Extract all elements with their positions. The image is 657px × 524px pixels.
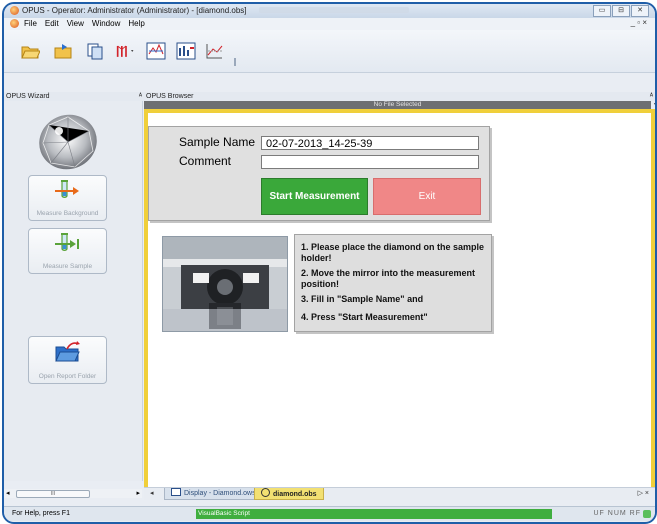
instruction-step-3: 3. Fill in "Sample Name" and (301, 294, 424, 304)
zoom-spectrum-icon[interactable] (176, 42, 196, 60)
comment-input[interactable] (261, 155, 479, 169)
opus-doc-icon (261, 488, 270, 497)
wizard-panel-header: OPUS Wizard ᴬ (4, 92, 146, 101)
app-window: OPUS - Operator: Administrator (Administ… (2, 2, 657, 524)
sample-name-label: Sample Name (179, 135, 256, 149)
minimize-button[interactable]: ▭ (593, 5, 611, 17)
scroll-thumb[interactable]: III (16, 490, 90, 498)
comment-label: Comment (179, 154, 232, 168)
document-tabs: ◂ Display - Diamond.ows diamond.obs ▷ × (144, 487, 655, 500)
status-help-text: For Help, press F1 (12, 510, 70, 517)
menu-view[interactable]: View (67, 19, 84, 28)
toolbar-grip[interactable] (234, 58, 236, 66)
instructions-box: 1. Please place the diamond on the sampl… (294, 234, 492, 332)
spectrum-peaks-icon[interactable] (116, 42, 140, 60)
browser-panel-title: OPUS Browser (146, 93, 194, 100)
plot-icon[interactable] (204, 42, 224, 60)
open-report-folder-button[interactable]: Open Report Folder (28, 336, 107, 384)
window-title: OPUS - Operator: Administrator (Administ… (22, 6, 247, 15)
menu-bar: File Edit View Window Help _ ▫ × (4, 18, 655, 30)
title-bar: OPUS - Operator: Administrator (Administ… (4, 4, 655, 18)
measure-sample-button[interactable]: Measure Sample (28, 228, 107, 274)
menu-help[interactable]: Help (128, 19, 144, 28)
scroll-left-arrow[interactable]: ◂ (6, 489, 10, 497)
menu-file[interactable]: File (24, 19, 37, 28)
tab-display-diamond[interactable]: Display - Diamond.ows (164, 488, 263, 500)
tab-scroll-right-close[interactable]: ▷ × (638, 489, 649, 497)
menu-edit[interactable]: Edit (45, 19, 59, 28)
open-report-folder-label: Open Report Folder (38, 373, 97, 380)
tab-display-label: Display - Diamond.ows (184, 490, 256, 497)
measure-sample-icon (55, 233, 79, 251)
open-folder-icon[interactable] (20, 42, 41, 60)
restore-button[interactable]: ⊟ (612, 5, 630, 17)
opus-app-icon (10, 6, 19, 15)
display-window-icon (171, 488, 181, 496)
vbscript-progress-bar: VisualBasic Script (196, 509, 552, 519)
window-controls: ▭ ⊟ ✕ (593, 5, 649, 17)
instruction-step-1: 1. Please place the diamond on the sampl… (301, 242, 485, 263)
start-measurement-button[interactable]: Start Measurement (261, 178, 368, 215)
instruction-step-4: 4. Press "Start Measurement" (301, 312, 428, 322)
document-icon[interactable] (10, 19, 19, 28)
pin-icon[interactable]: ᴬ (139, 92, 142, 101)
open-file-icon[interactable] (53, 42, 73, 60)
measure-sample-label: Measure Sample (42, 263, 93, 270)
background-window-title (259, 7, 409, 13)
open-folder-icon (55, 341, 80, 362)
sample-holder-photo (162, 236, 288, 332)
pin-icon[interactable]: ᴬ (650, 92, 653, 101)
measure-background-icon (55, 180, 79, 198)
menu-window[interactable]: Window (92, 19, 120, 28)
tab-scroll-left[interactable]: ◂ (150, 489, 154, 497)
wizard-horizontal-scrollbar[interactable]: ◂ III ▸ (4, 489, 142, 498)
measure-background-button[interactable]: Measure Background (28, 175, 107, 221)
resize-grip-icon[interactable] (643, 510, 651, 518)
diamond-icon (37, 113, 100, 171)
mdi-controls[interactable]: _ ▫ × (631, 18, 647, 27)
no-file-label: No File Selected (373, 101, 422, 108)
measurement-form: Sample Name 02-07-2013_14-25-39 Comment … (148, 126, 490, 221)
status-indicators: UF NUM RF (593, 510, 641, 517)
status-bar: For Help, press F1 VisualBasic Script UF… (4, 506, 655, 521)
wizard-panel-title: OPUS Wizard (6, 93, 50, 100)
sample-name-input[interactable]: 02-07-2013_14-25-39 (261, 136, 479, 150)
measure-background-label: Measure Background (36, 210, 99, 217)
opus-wizard-panel: Measure Background Measure Sample Open R… (4, 101, 143, 481)
tab-diamond-obs[interactable]: diamond.obs (254, 488, 324, 500)
display-spectrum-icon[interactable] (146, 42, 166, 60)
instruction-step-2: 2. Move the mirror into the measurement … (301, 268, 476, 289)
browser-panel-header: OPUS Browser ᴬ (144, 92, 655, 101)
toolbar (4, 30, 655, 73)
scroll-right-arrow[interactable]: ▸ (136, 489, 140, 497)
copy-icon[interactable] (85, 42, 105, 60)
tab-diamond-obs-label: diamond.obs (273, 491, 317, 498)
no-file-selected-bar: No File Selected ▾ (144, 101, 655, 109)
close-button[interactable]: ✕ (631, 5, 649, 17)
exit-button[interactable]: Exit (373, 178, 481, 215)
